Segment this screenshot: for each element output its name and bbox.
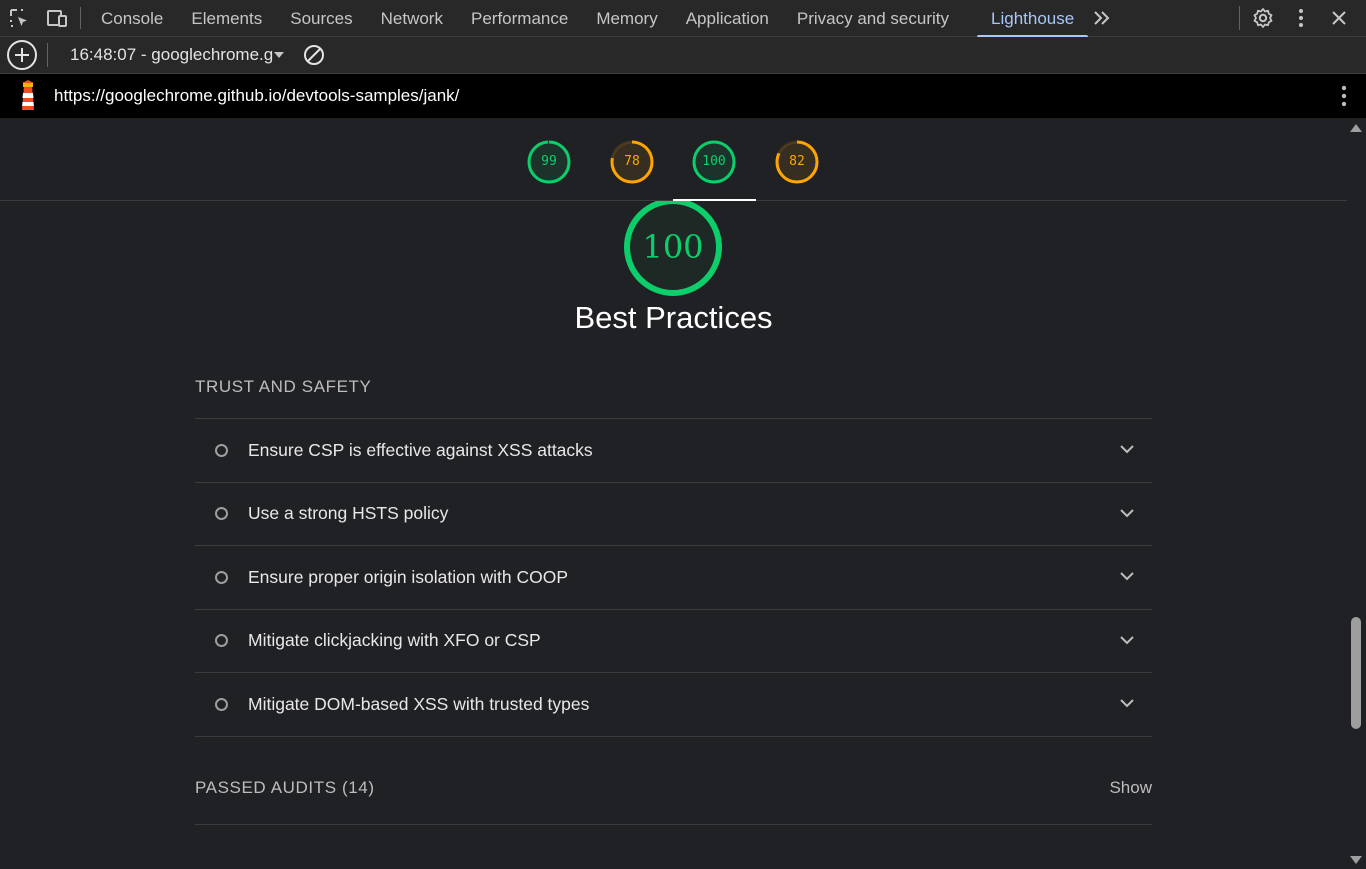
toolbar-divider <box>1239 6 1240 30</box>
chevron-down-icon[interactable] <box>1120 632 1134 650</box>
audit-item[interactable]: Mitigate clickjacking with XFO or CSP <box>195 610 1152 673</box>
tab-console[interactable]: Console <box>87 0 177 37</box>
settings-icon[interactable] <box>1244 0 1282 37</box>
lighthouse-logo-icon <box>16 80 40 112</box>
tab-sources[interactable]: Sources <box>276 0 366 37</box>
passed-audits-label: PASSED AUDITS (14) <box>195 778 375 797</box>
audit-title: Mitigate DOM-based XSS with trusted type… <box>248 693 590 714</box>
scroll-thumb[interactable] <box>1351 617 1361 729</box>
audit-title: Ensure CSP is effective against XSS atta… <box>248 439 593 460</box>
category-score-gauge: 100 <box>622 196 724 298</box>
new-report-icon[interactable] <box>5 38 39 72</box>
score-gauge-best-practices[interactable]: 100 <box>692 140 736 184</box>
chevron-down-icon[interactable] <box>1120 695 1134 713</box>
score-value: 78 <box>624 154 640 169</box>
more-tabs-icon[interactable] <box>1088 0 1116 37</box>
tab-application[interactable]: Application <box>672 0 783 37</box>
chevron-down-icon[interactable] <box>274 52 284 58</box>
tab-network[interactable]: Network <box>367 0 457 37</box>
audit-group-title: TRUST AND SAFETY <box>195 377 372 396</box>
audit-item[interactable]: Ensure proper origin isolation with COOP <box>195 546 1152 610</box>
audit-item[interactable]: Ensure CSP is effective against XSS atta… <box>195 419 1152 483</box>
category-score-value: 100 <box>642 228 704 266</box>
audit-list: Ensure CSP is effective against XSS atta… <box>195 418 1152 737</box>
report-url[interactable]: https://googlechrome.github.io/devtools-… <box>54 86 459 106</box>
devtools-tabbar: Console Elements Sources Network Perform… <box>0 0 1366 38</box>
informative-circle-icon <box>215 570 228 584</box>
tab-elements[interactable]: Elements <box>177 0 276 37</box>
score-gauge-accessibility[interactable]: 78 <box>610 140 654 184</box>
close-icon[interactable] <box>1320 0 1358 37</box>
report-url-bar: https://googlechrome.github.io/devtools-… <box>0 74 1366 118</box>
category-title: Best Practices <box>574 300 773 335</box>
kebab-menu-icon[interactable] <box>1282 0 1320 37</box>
chevron-down-icon[interactable] <box>1120 568 1134 586</box>
informative-circle-icon <box>215 634 228 648</box>
scroll-up-arrow-icon[interactable] <box>1350 124 1362 132</box>
report-selector[interactable]: 16:48:07 - googlechrome.g <box>70 45 280 65</box>
toolbar-divider <box>47 43 48 67</box>
selected-gauge-indicator <box>673 199 756 201</box>
informative-circle-icon <box>215 443 228 457</box>
scroll-down-arrow-icon[interactable] <box>1350 856 1362 864</box>
kebab-menu-icon[interactable] <box>1322 85 1366 107</box>
score-value: 100 <box>702 154 726 169</box>
toolbar-divider <box>80 7 81 29</box>
informative-circle-icon <box>215 507 228 521</box>
audit-title: Use a strong HSTS policy <box>248 503 449 524</box>
audit-item[interactable]: Use a strong HSTS policy <box>195 483 1152 546</box>
tab-memory[interactable]: Memory <box>582 0 671 37</box>
device-toolbar-icon[interactable] <box>38 0 76 37</box>
tab-lighthouse[interactable]: Lighthouse <box>977 0 1089 38</box>
audit-title: Mitigate clickjacking with XFO or CSP <box>248 630 541 651</box>
tab-privacy-and-security[interactable]: Privacy and security <box>783 0 963 37</box>
score-value: 82 <box>789 154 805 169</box>
audit-item[interactable]: Mitigate DOM-based XSS with trusted type… <box>195 673 1152 737</box>
score-header: 99 78 100 82 <box>0 118 1347 201</box>
report-scrollbar[interactable] <box>1347 118 1366 869</box>
chevron-down-icon[interactable] <box>1120 505 1134 523</box>
tab-performance[interactable]: Performance <box>457 0 582 37</box>
clear-icon[interactable] <box>302 43 326 67</box>
score-gauge-seo[interactable]: 82 <box>775 140 819 184</box>
informative-circle-icon <box>215 697 228 711</box>
score-value: 99 <box>541 154 557 169</box>
audit-title: Ensure proper origin isolation with COOP <box>248 566 569 587</box>
lighthouse-toolbar: 16:48:07 - googlechrome.g <box>0 37 1366 74</box>
show-passed-audits-button[interactable]: Show <box>1109 778 1152 798</box>
score-gauge-performance[interactable]: 99 <box>527 140 571 184</box>
passed-audits-header[interactable]: PASSED AUDITS (14) Show <box>195 778 1152 825</box>
inspect-element-icon[interactable] <box>0 0 38 37</box>
chevron-down-icon[interactable] <box>1120 441 1134 459</box>
report-content: 99 78 100 82 100 Best Practices TRUST AN… <box>0 118 1347 869</box>
